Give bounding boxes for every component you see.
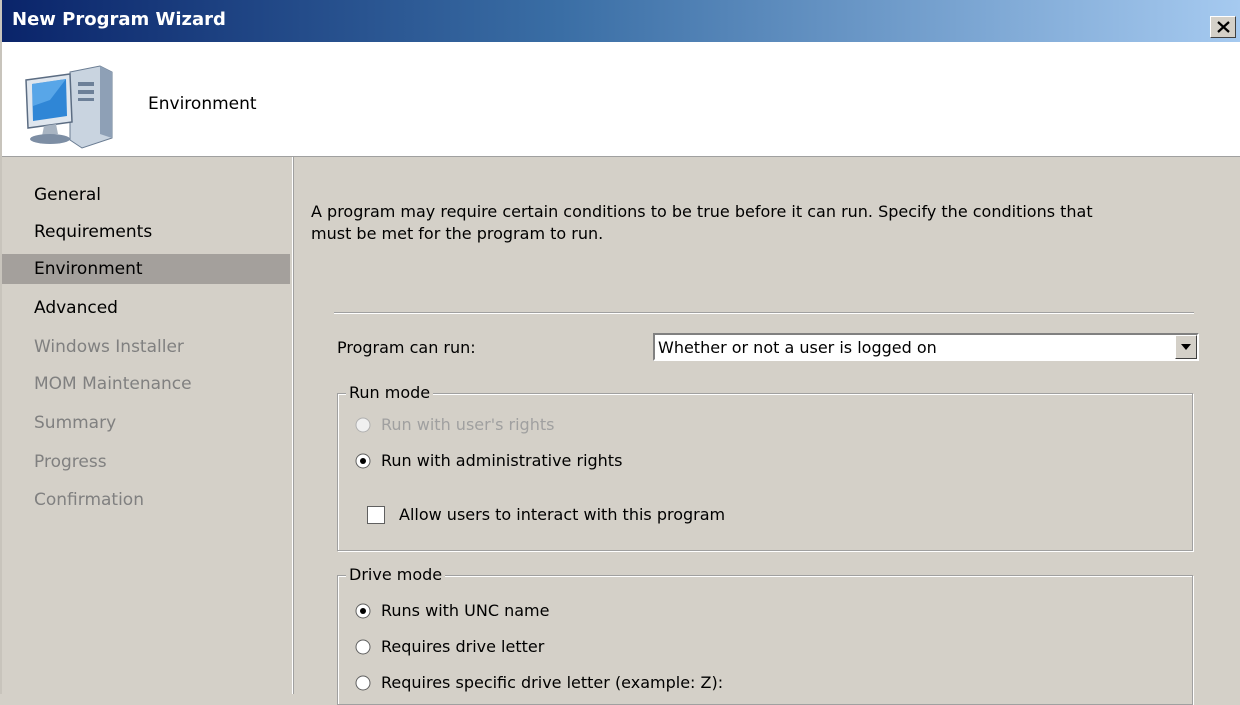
separator — [334, 312, 1194, 314]
program-can-run-label: Program can run: — [337, 338, 476, 357]
nav-item-general[interactable]: General — [34, 180, 101, 210]
radio-icon — [355, 675, 371, 691]
new-program-wizard-window: New Program Wizard Environment General R — [0, 0, 1240, 705]
close-icon — [1217, 21, 1230, 33]
chevron-down-icon — [1181, 344, 1191, 350]
program-can-run-value: Whether or not a user is logged on — [658, 338, 937, 357]
description-line: A program may require certain conditions… — [311, 202, 1093, 221]
title-bar[interactable]: New Program Wizard — [2, 0, 1240, 42]
checkbox-label: Allow users to interact with this progra… — [399, 505, 726, 524]
nav-item-confirmation: Confirmation — [34, 490, 144, 510]
nav-item-summary: Summary — [34, 413, 117, 433]
nav-item-progress: Progress — [34, 452, 107, 472]
close-button[interactable] — [1210, 16, 1236, 38]
nav-item-mom-maintenance: MOM Maintenance — [34, 374, 192, 394]
wizard-nav: General Requirements Environment Advance… — [2, 157, 293, 694]
radio-selected-icon — [355, 453, 371, 469]
drive-mode-title: Drive mode — [346, 565, 446, 584]
program-can-run-select[interactable]: Whether or not a user is logged on — [653, 333, 1199, 361]
option-label: Requires drive letter — [381, 637, 545, 656]
option-label: Run with user's rights — [381, 415, 555, 434]
wizard-header: Environment — [2, 42, 1240, 157]
description-text: A program may require certain conditions… — [311, 201, 1191, 245]
radio-selected-icon — [355, 603, 371, 619]
nav-item-environment[interactable]: Environment — [2, 254, 290, 284]
nav-item-windows-installer: Windows Installer — [34, 337, 184, 357]
run-mode-group: Run mode Run with user's rights Run with… — [337, 383, 1193, 551]
drive-mode-group: Drive mode Runs with UNC name Requires d… — [337, 565, 1193, 705]
window-title: New Program Wizard — [12, 9, 226, 30]
header-title: Environment — [148, 94, 257, 114]
wizard-content: A program may require certain conditions… — [294, 157, 1240, 705]
option-label: Requires specific drive letter (example:… — [381, 673, 724, 692]
run-mode-title: Run mode — [346, 383, 434, 402]
radio-icon — [355, 417, 371, 433]
nav-item-advanced[interactable]: Advanced — [34, 293, 118, 323]
dropdown-button[interactable] — [1175, 335, 1197, 359]
radio-icon — [355, 639, 371, 655]
option-label: Runs with UNC name — [381, 601, 550, 620]
checkbox-icon — [367, 506, 385, 524]
computer-icon — [25, 65, 113, 149]
description-line: must be met for the program to run. — [311, 224, 604, 243]
option-label: Run with administrative rights — [381, 451, 623, 470]
nav-item-requirements[interactable]: Requirements — [34, 217, 152, 247]
